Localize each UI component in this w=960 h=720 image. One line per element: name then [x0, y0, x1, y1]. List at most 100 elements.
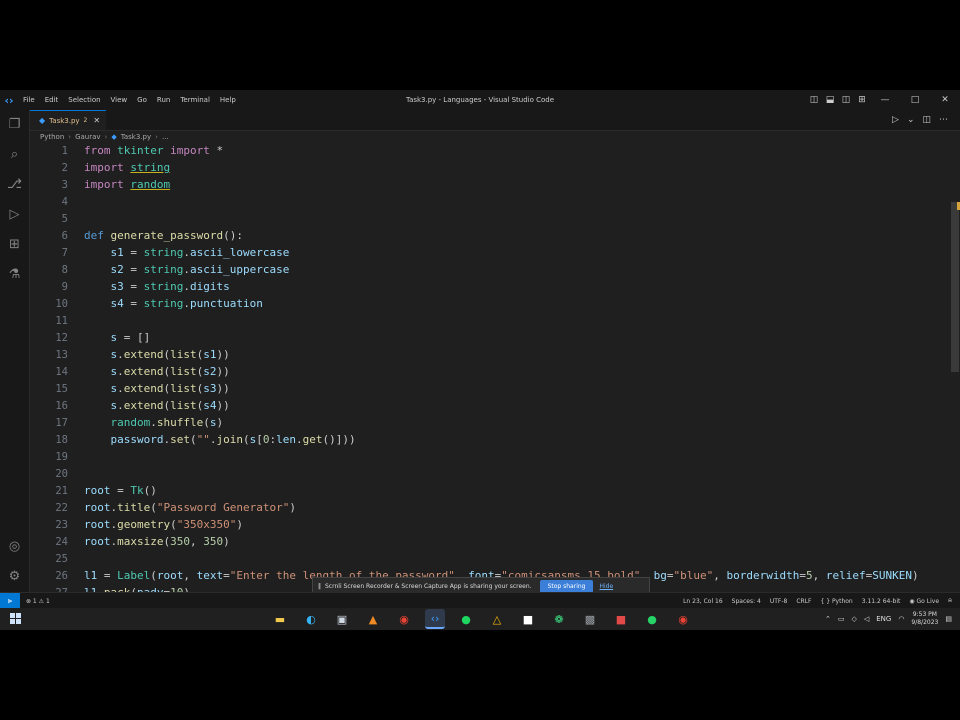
notifications-bell-icon[interactable]: ⍾ [948, 597, 952, 605]
account-icon[interactable]: ◎ [0, 534, 29, 558]
code-line[interactable]: 8 s2 = string.ascii_uppercase [30, 261, 290, 278]
tab-task3[interactable]: ◆ Task3.py 2 ✕ [30, 110, 106, 130]
stop-sharing-button[interactable]: Stop sharing [539, 579, 594, 593]
scrollbar-thumb[interactable] [951, 202, 959, 372]
line-code[interactable]: s.extend(list(s1)) [84, 346, 230, 363]
network-icon[interactable]: ◇ [851, 615, 856, 623]
chevron-up-icon[interactable]: ⌃ [825, 615, 831, 623]
file-explorer-icon[interactable]: ▬ [270, 609, 290, 629]
minimize-icon[interactable]: — [870, 90, 900, 110]
line-code[interactable]: import random [84, 176, 170, 193]
tab-close-icon[interactable]: ✕ [93, 116, 100, 125]
editor-scrollbar[interactable] [950, 142, 960, 594]
google-drive-icon[interactable]: △ [487, 609, 507, 629]
code-line[interactable]: 4 [30, 193, 84, 210]
line-code[interactable]: from tkinter import * [84, 142, 223, 159]
line-code[interactable]: s4 = string.punctuation [84, 295, 263, 312]
line-code[interactable]: import string [84, 159, 170, 176]
encoding[interactable]: UTF-8 [770, 598, 788, 605]
code-line[interactable]: 22 root.title("Password Generator") [30, 499, 296, 516]
powerpoint-icon[interactable]: ■ [611, 609, 631, 629]
chevron-down-icon[interactable]: ⌄ [907, 115, 915, 125]
code-line[interactable]: 17 random.shuffle(s) [30, 414, 223, 431]
notion-icon[interactable]: ■ [518, 609, 538, 629]
code-line[interactable]: 5 [30, 210, 84, 227]
extensions-icon[interactable]: ⊞ [0, 232, 29, 256]
line-code[interactable]: root = Tk() [84, 482, 157, 499]
breadcrumb-folder-python[interactable]: Python [40, 133, 64, 141]
code-line[interactable]: 23 root.geometry("350x350") [30, 516, 243, 533]
code-line[interactable]: 16 s.extend(list(s4)) [30, 397, 230, 414]
menu-run[interactable]: Run [152, 96, 175, 104]
breadcrumb-file[interactable]: Task3.py [121, 133, 151, 141]
run-debug-icon[interactable]: ▷ [0, 202, 29, 226]
code-line[interactable]: 2 import string [30, 159, 170, 176]
vscode-taskbar-icon[interactable]: ‹› [425, 609, 445, 629]
store-icon[interactable]: ▣ [332, 609, 352, 629]
code-line[interactable]: 20 [30, 465, 84, 482]
code-line[interactable]: 11 [30, 312, 84, 329]
wifi-icon[interactable]: ◠ [898, 615, 904, 623]
code-line[interactable]: 19 [30, 448, 84, 465]
breadcrumb-more[interactable]: ... [162, 133, 169, 141]
code-line[interactable]: 25 [30, 550, 84, 567]
menu-file[interactable]: File [18, 96, 40, 104]
language-mode[interactable]: { } Python [820, 598, 852, 605]
source-control-icon[interactable]: ⎇ [0, 172, 29, 196]
menu-help[interactable]: Help [215, 96, 241, 104]
menu-view[interactable]: View [106, 96, 133, 104]
line-code[interactable]: def generate_password(): [84, 227, 243, 244]
whatsapp-icon[interactable]: ● [642, 609, 662, 629]
code-line[interactable]: 1 from tkinter import * [30, 142, 223, 159]
explorer-icon[interactable]: ❐ [0, 112, 29, 136]
volume-icon[interactable]: ◁ [864, 615, 869, 623]
line-code[interactable]: s2 = string.ascii_uppercase [84, 261, 290, 278]
close-icon[interactable]: ✕ [930, 90, 960, 110]
menu-go[interactable]: Go [132, 96, 152, 104]
toggle-sidebar-icon[interactable]: ◫ [806, 90, 822, 110]
cursor-position[interactable]: Ln 23, Col 16 [683, 598, 723, 605]
notification-center-icon[interactable]: ▤ [945, 615, 952, 623]
battery-icon[interactable]: ▭ [838, 615, 845, 623]
line-code[interactable]: s = [] [84, 329, 151, 346]
line-code[interactable]: root.title("Password Generator") [84, 499, 296, 516]
menu-edit[interactable]: Edit [40, 96, 64, 104]
restore-icon[interactable]: □ [900, 90, 930, 110]
more-actions-icon[interactable]: ⋯ [939, 115, 948, 125]
menu-selection[interactable]: Selection [63, 96, 105, 104]
go-live[interactable]: ◉ Go Live [909, 598, 939, 605]
split-editor-icon[interactable]: ◫ [922, 115, 931, 125]
hide-link[interactable]: Hide [599, 583, 613, 590]
code-line[interactable]: 18 password.set("".join(s[0:len.get()])) [30, 431, 356, 448]
code-line[interactable]: 12 s = [] [30, 329, 150, 346]
problems-indicator[interactable]: ⊗ 1 ⚠ 1 [26, 593, 50, 609]
code-line[interactable]: 15 s.extend(list(s3)) [30, 380, 230, 397]
spotify-icon[interactable]: ● [456, 609, 476, 629]
code-line[interactable]: 6 def generate_password(): [30, 227, 243, 244]
line-code[interactable]: s3 = string.digits [84, 278, 230, 295]
testing-icon[interactable]: ⚗ [0, 262, 29, 286]
line-code[interactable]: s1 = string.ascii_lowercase [84, 244, 290, 261]
photos-icon[interactable]: ▩ [580, 609, 600, 629]
chrome-icon[interactable]: ◉ [394, 609, 414, 629]
code-line[interactable]: 10 s4 = string.punctuation [30, 295, 263, 312]
search-icon[interactable]: ⌕ [0, 142, 29, 166]
wps-icon[interactable]: ❁ [549, 609, 569, 629]
line-code[interactable]: s.extend(list(s2)) [84, 363, 230, 380]
code-line[interactable]: 7 s1 = string.ascii_lowercase [30, 244, 290, 261]
line-code[interactable]: password.set("".join(s[0:len.get()])) [84, 431, 356, 448]
windows-start-icon[interactable] [10, 613, 21, 624]
indentation[interactable]: Spaces: 4 [732, 598, 761, 605]
code-editor[interactable]: 1 from tkinter import * 2 import string 3 imp… [30, 142, 960, 594]
code-line[interactable]: 9 s3 = string.digits [30, 278, 230, 295]
clock[interactable]: 9:53 PM 9/8/2023 [911, 611, 938, 627]
run-file-icon[interactable]: ▷ [892, 115, 899, 125]
toggle-panel-icon[interactable]: ⬓ [822, 90, 838, 110]
language-indicator[interactable]: ENG [876, 615, 891, 623]
code-line[interactable]: 21 root = Tk() [30, 482, 157, 499]
line-code[interactable]: s.extend(list(s4)) [84, 397, 230, 414]
edge-browser-icon[interactable]: ◐ [301, 609, 321, 629]
end-of-line[interactable]: CRLF [796, 598, 811, 605]
vlc-icon[interactable]: ▲ [363, 609, 383, 629]
line-code[interactable]: s.extend(list(s3)) [84, 380, 230, 397]
